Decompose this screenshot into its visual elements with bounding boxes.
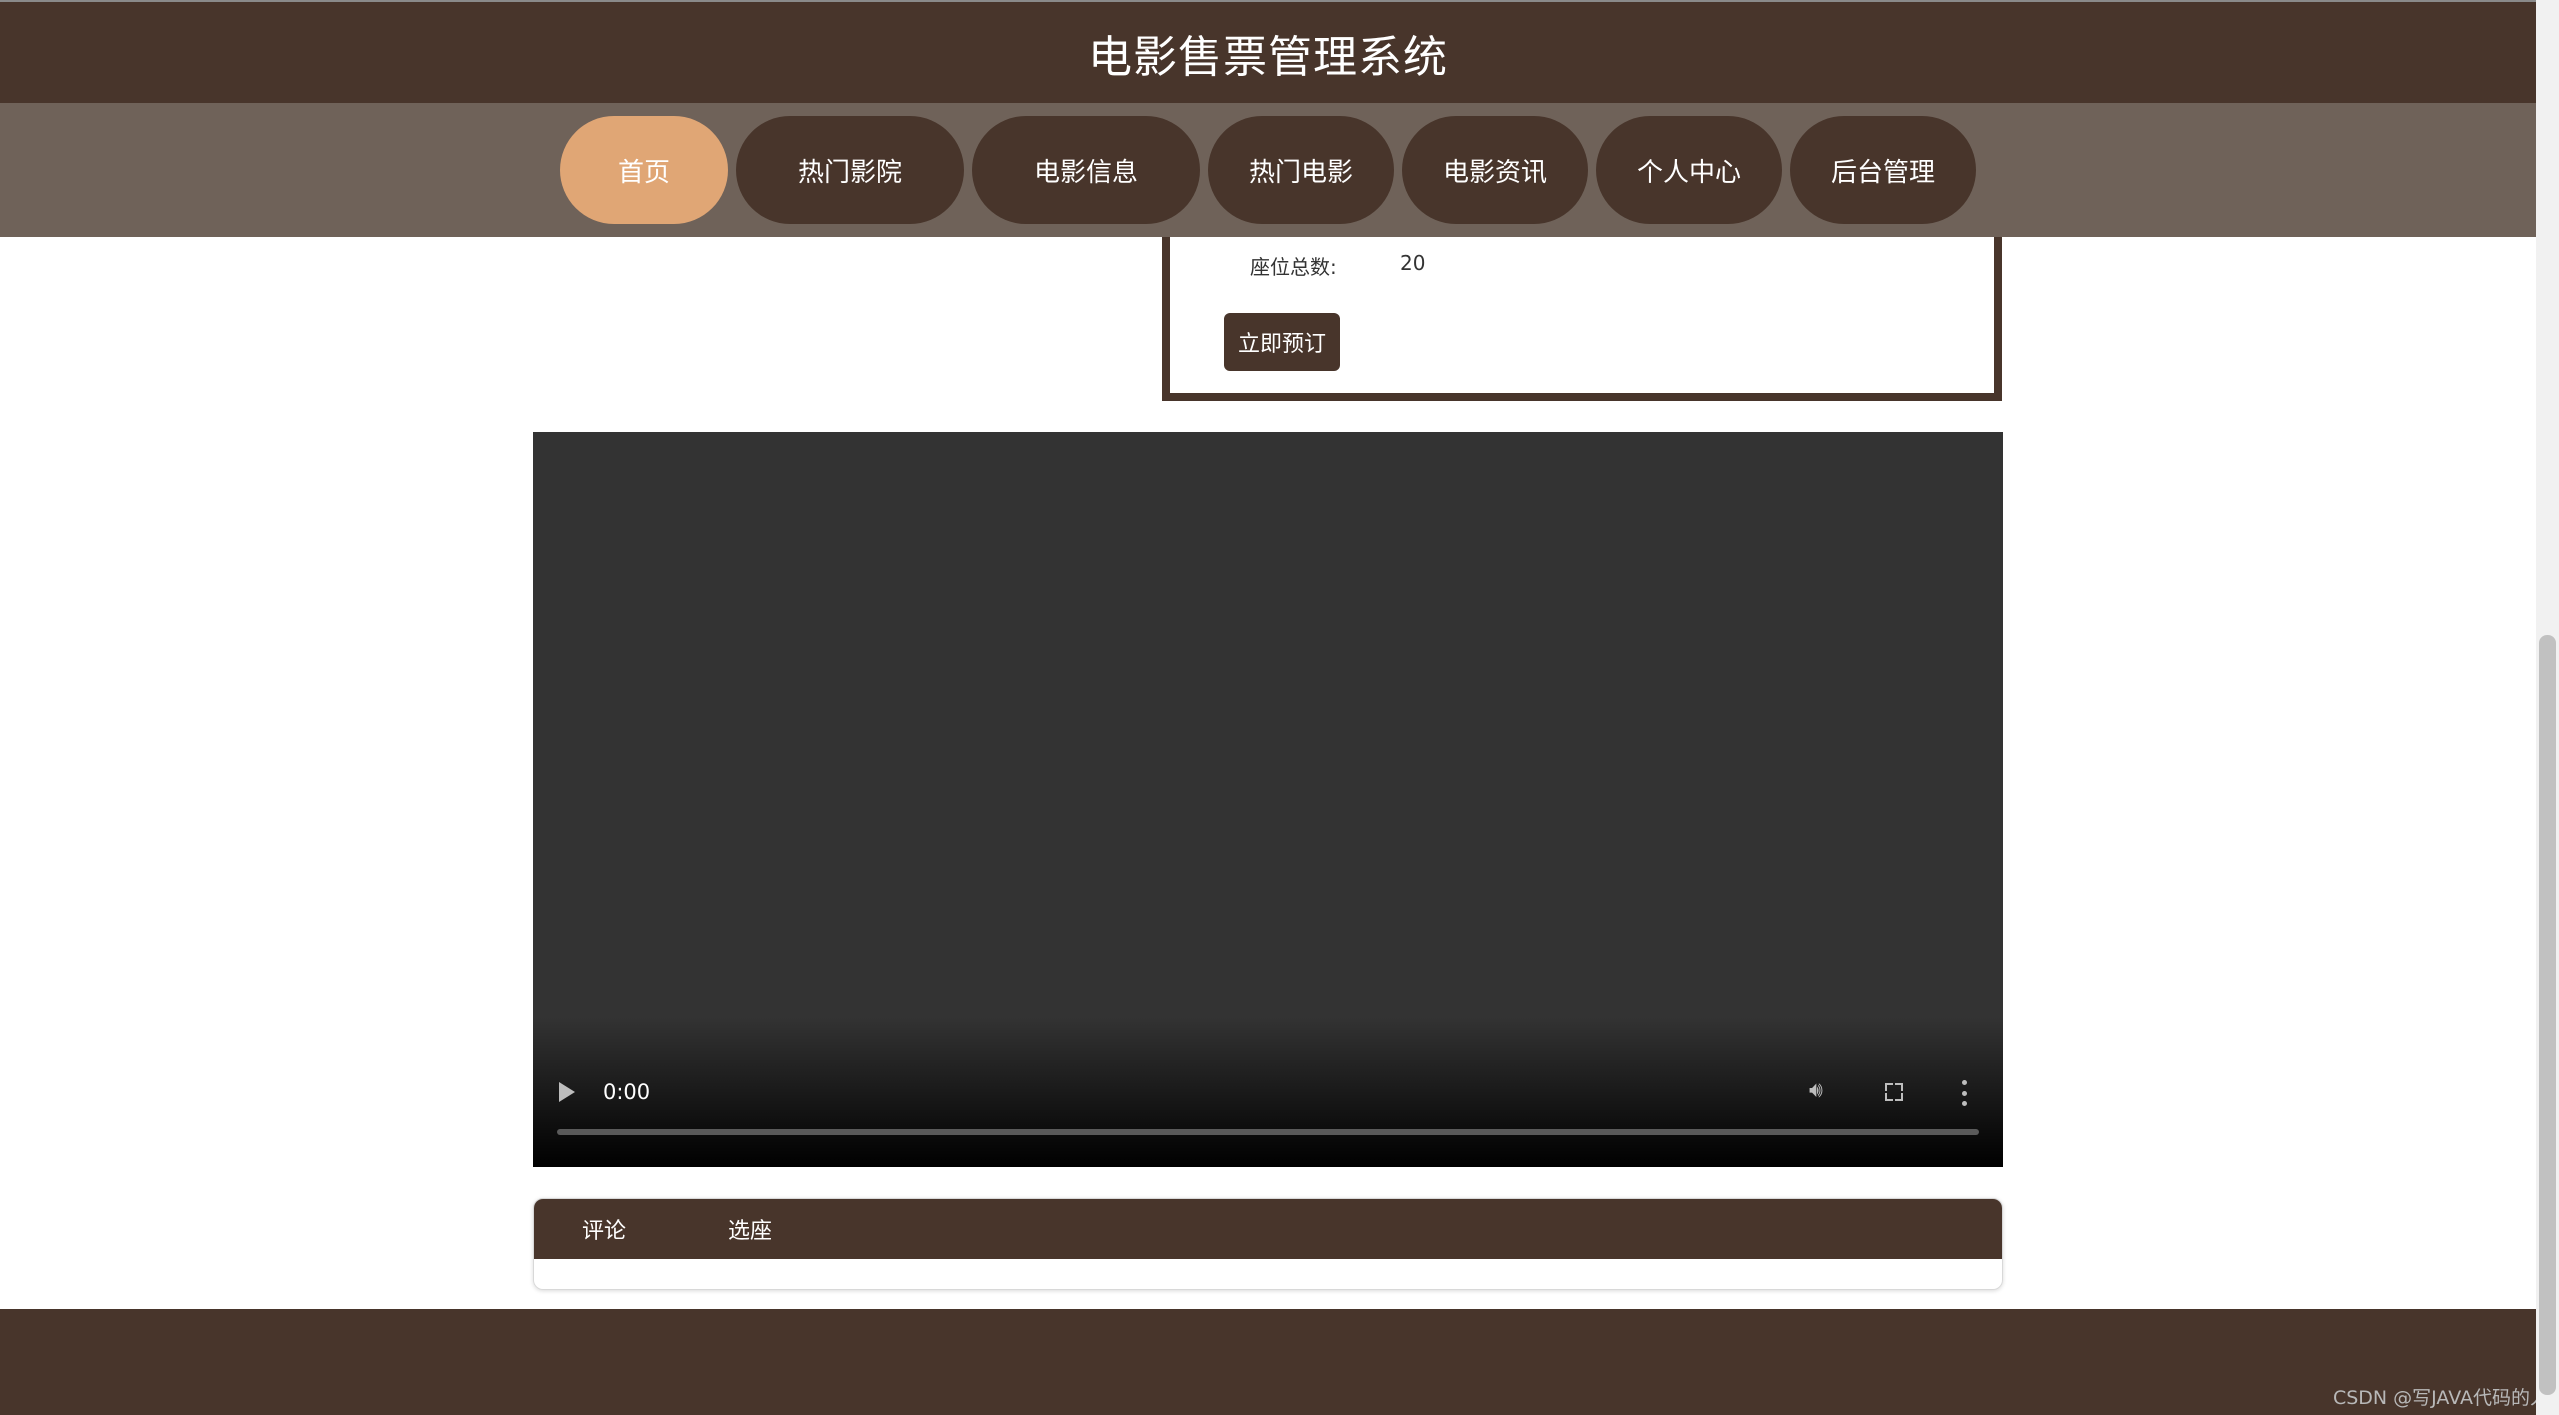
scrollbar-thumb[interactable] bbox=[2539, 635, 2556, 1395]
cinema-info-box: 座位总数: 20 立即预订 bbox=[1162, 237, 2002, 401]
video-player[interactable]: 0:00 🔊︎ bbox=[533, 432, 2003, 1167]
tab-seat-selection[interactable]: 选座 bbox=[728, 1213, 772, 1245]
site-header: 电影售票管理系统 bbox=[0, 0, 2536, 103]
tab-header: 评论 选座 bbox=[534, 1199, 2002, 1259]
nav-item-movie-news[interactable]: 电影资讯 bbox=[1402, 116, 1588, 224]
main-nav: 首页 热门影院 电影信息 热门电影 电影资讯 个人中心 后台管理 bbox=[0, 103, 2536, 237]
site-title: 电影售票管理系统 bbox=[1088, 31, 1448, 83]
tabs-panel: 评论 选座 bbox=[533, 1198, 2003, 1290]
video-time: 0:00 bbox=[603, 1080, 651, 1104]
play-icon[interactable] bbox=[559, 1082, 575, 1102]
seat-count-value: 20 bbox=[1400, 251, 1426, 275]
seat-count-label: 座位总数: bbox=[1250, 255, 1337, 279]
nav-item-popular-cinemas[interactable]: 热门影院 bbox=[736, 116, 964, 224]
nav-item-profile[interactable]: 个人中心 bbox=[1596, 116, 1782, 224]
nav-item-home[interactable]: 首页 bbox=[560, 116, 728, 224]
nav-item-popular-movies[interactable]: 热门电影 bbox=[1208, 116, 1394, 224]
more-options-icon[interactable] bbox=[1961, 1080, 1967, 1106]
nav-item-movie-info[interactable]: 电影信息 bbox=[972, 116, 1200, 224]
watermark: CSDN @写JAVA代码的人 bbox=[2332, 1387, 2549, 1409]
video-progress-bar[interactable] bbox=[557, 1129, 1979, 1135]
book-now-button[interactable]: 立即预订 bbox=[1224, 313, 1340, 371]
volume-icon[interactable]: 🔊︎ bbox=[1809, 1078, 1823, 1103]
fullscreen-icon[interactable] bbox=[1885, 1083, 1903, 1101]
page-scrollbar[interactable] bbox=[2536, 0, 2559, 1415]
nav-item-admin[interactable]: 后台管理 bbox=[1790, 116, 1976, 224]
site-footer bbox=[0, 1309, 2536, 1415]
tab-comments[interactable]: 评论 bbox=[582, 1213, 626, 1245]
video-controls-gradient bbox=[533, 1017, 2003, 1167]
